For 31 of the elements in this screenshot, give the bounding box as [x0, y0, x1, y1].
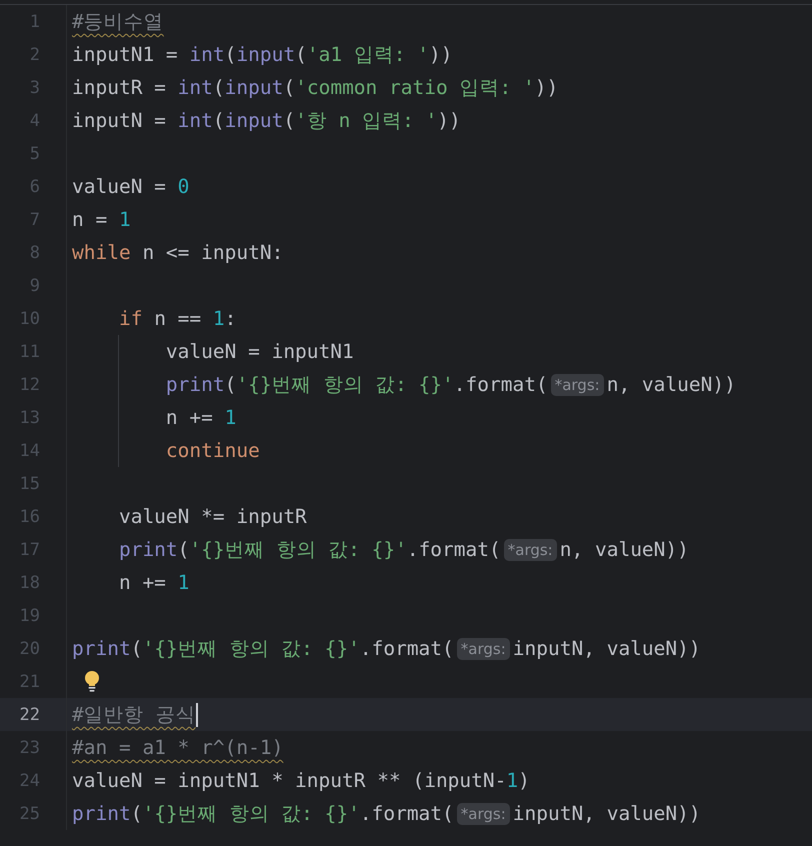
code-text: print('{}번째 항의 값: {}'.format( [72, 801, 454, 827]
code-text: inputN, valueN)) [512, 637, 701, 660]
code-text: #an = a1 * r^(n-1) [72, 736, 284, 759]
code-text: valueN *= inputR [118, 505, 307, 528]
code-text: inputR = int(input('common ratio 입력: ')) [72, 75, 558, 101]
code-text: #등비수열 [72, 9, 164, 35]
code-text: inputN, valueN)) [512, 802, 701, 825]
code-text: #일반항 공식 [72, 702, 196, 728]
line-number: 22 [18, 704, 40, 724]
code-text: inputN = int(input('항 n 입력: ')) [72, 108, 461, 134]
parameter-hint: *args: [456, 638, 510, 660]
code-text: valueN = inputN1 [164, 340, 354, 363]
code-text: n += 1 [118, 571, 190, 594]
code-text: print('{}번째 항의 값: {}'.format( [118, 537, 501, 563]
code-text: continue [164, 439, 260, 462]
code-text: n = 1 [72, 208, 131, 231]
code-text: if n == 1: [118, 307, 236, 330]
code-text: inputN1 = int(input('a1 입력: ')) [72, 42, 453, 68]
code-text: n += 1 [164, 406, 236, 429]
parameter-hint: *args: [550, 374, 604, 396]
lightbulb-icon[interactable] [84, 670, 100, 692]
parameter-hint: *args: [504, 538, 557, 560]
code-text: print('{}번째 항의 값: {}'.format( [164, 372, 548, 398]
text-cursor [196, 702, 198, 726]
parameter-hint: *args: [456, 802, 510, 824]
code-text: n, valueN)) [560, 538, 689, 561]
code-text: n, valueN)) [606, 373, 736, 396]
code-text: valueN = 0 [72, 175, 190, 198]
code-text: print('{}번째 항의 값: {}'.format( [72, 636, 454, 662]
code-text: while n <= inputN: [72, 241, 284, 264]
code-text: valueN = inputN1 * inputR ** (inputN-1) [72, 769, 530, 792]
